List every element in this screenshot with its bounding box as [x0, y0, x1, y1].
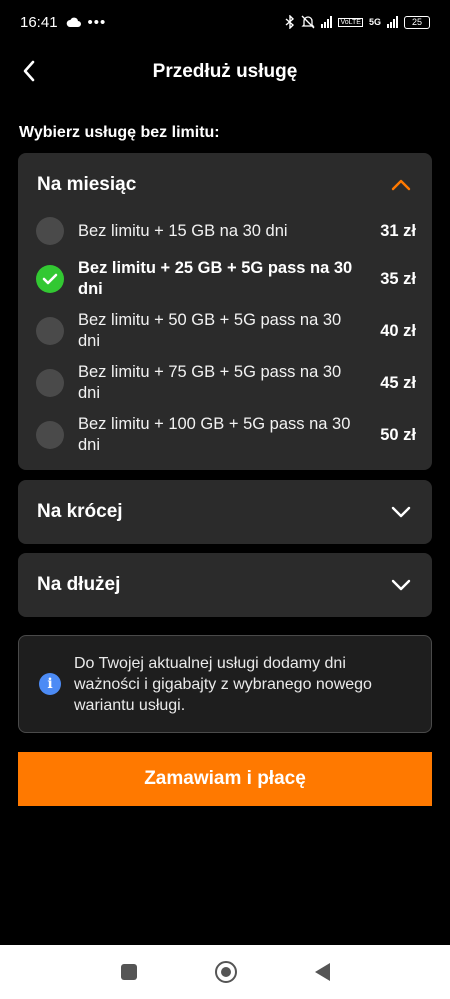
group-shorter[interactable]: Na krócej	[18, 480, 432, 544]
group-longer[interactable]: Na dłużej	[18, 553, 432, 617]
bluetooth-icon	[286, 15, 295, 29]
recents-button[interactable]	[120, 964, 137, 980]
plan-option-price: 31 zł	[380, 221, 416, 240]
radio-checked[interactable]	[36, 265, 64, 293]
plan-option-label: Bez limitu + 100 GB + 5G pass na 30 dni	[78, 415, 351, 454]
signal-icon-2	[387, 16, 398, 28]
plan-option-selected[interactable]: Bez limitu + 25 GB + 5G pass na 30 dni 3…	[36, 258, 416, 300]
plan-option[interactable]: Bez limitu + 50 GB + 5G pass na 30 dni 4…	[36, 310, 416, 352]
section-label: Wybierz usługę bez limitu:	[19, 124, 220, 141]
group-monthly-label: Na miesiąc	[37, 174, 137, 195]
more-notifications-icon: •••	[87, 13, 107, 31]
plan-option-label: Bez limitu + 50 GB + 5G pass na 30 dni	[78, 311, 342, 350]
volte-icon: VoLTE	[338, 17, 363, 27]
page-title: Przedłuż usługę	[152, 61, 298, 82]
chevron-down-icon	[389, 573, 413, 597]
info-text: Do Twojej aktualnej usługi dodamy dni wa…	[74, 654, 372, 714]
plan-option-label: Bez limitu + 25 GB + 5G pass na 30 dni	[78, 259, 353, 298]
plan-option[interactable]: Bez limitu + 100 GB + 5G pass na 30 dni …	[36, 414, 416, 456]
plan-option-price: 35 zł	[380, 269, 416, 288]
plan-option-price: 40 zł	[380, 321, 416, 340]
group-monthly-header[interactable]: Na miesiąc	[18, 153, 432, 217]
group-longer-label: Na dłużej	[37, 574, 121, 595]
plan-option-label: Bez limitu + 15 GB na 30 dni	[78, 221, 288, 240]
group-shorter-label: Na krócej	[37, 501, 123, 522]
chevron-left-icon	[23, 60, 35, 82]
bell-muted-icon	[301, 15, 316, 29]
top-bar: Przedłuż usługę	[0, 50, 450, 94]
plan-option-label: Bez limitu + 75 GB + 5G pass na 30 dni	[78, 363, 342, 402]
info-box: i Do Twojej aktualnej usługi dodamy dni …	[18, 635, 432, 733]
group-monthly: Na miesiąc Bez limitu + 15 GB na 30 dni …	[18, 153, 432, 470]
plan-option-price: 45 zł	[380, 373, 416, 392]
group-longer-header[interactable]: Na dłużej	[18, 553, 432, 617]
system-back-button[interactable]	[314, 963, 330, 981]
radio-unchecked[interactable]	[36, 421, 64, 449]
home-button[interactable]	[214, 961, 237, 983]
system-nav-bar	[0, 945, 450, 999]
chevron-down-icon	[389, 500, 413, 524]
plan-option-price: 50 zł	[380, 425, 416, 444]
radio-unchecked[interactable]	[36, 369, 64, 397]
status-time: 16:41	[20, 13, 58, 31]
cloud-icon	[66, 17, 81, 27]
status-bar: 16:41 ••• VoLTE 5G 25	[0, 0, 450, 44]
chevron-up-icon	[389, 173, 413, 197]
network-type: 5G	[368, 17, 381, 27]
checkmark-icon	[42, 273, 58, 285]
back-button[interactable]	[14, 56, 44, 86]
radio-unchecked[interactable]	[36, 217, 64, 245]
info-icon: i	[39, 673, 61, 695]
signal-icon	[321, 16, 333, 28]
plan-option[interactable]: Bez limitu + 75 GB + 5G pass na 30 dni 4…	[36, 362, 416, 404]
battery-icon: 25	[404, 15, 430, 29]
order-and-pay-button[interactable]: Zamawiam i płacę	[18, 752, 432, 806]
group-shorter-header[interactable]: Na krócej	[18, 480, 432, 544]
radio-unchecked[interactable]	[36, 317, 64, 345]
plan-option[interactable]: Bez limitu + 15 GB na 30 dni 31 zł	[36, 217, 416, 245]
